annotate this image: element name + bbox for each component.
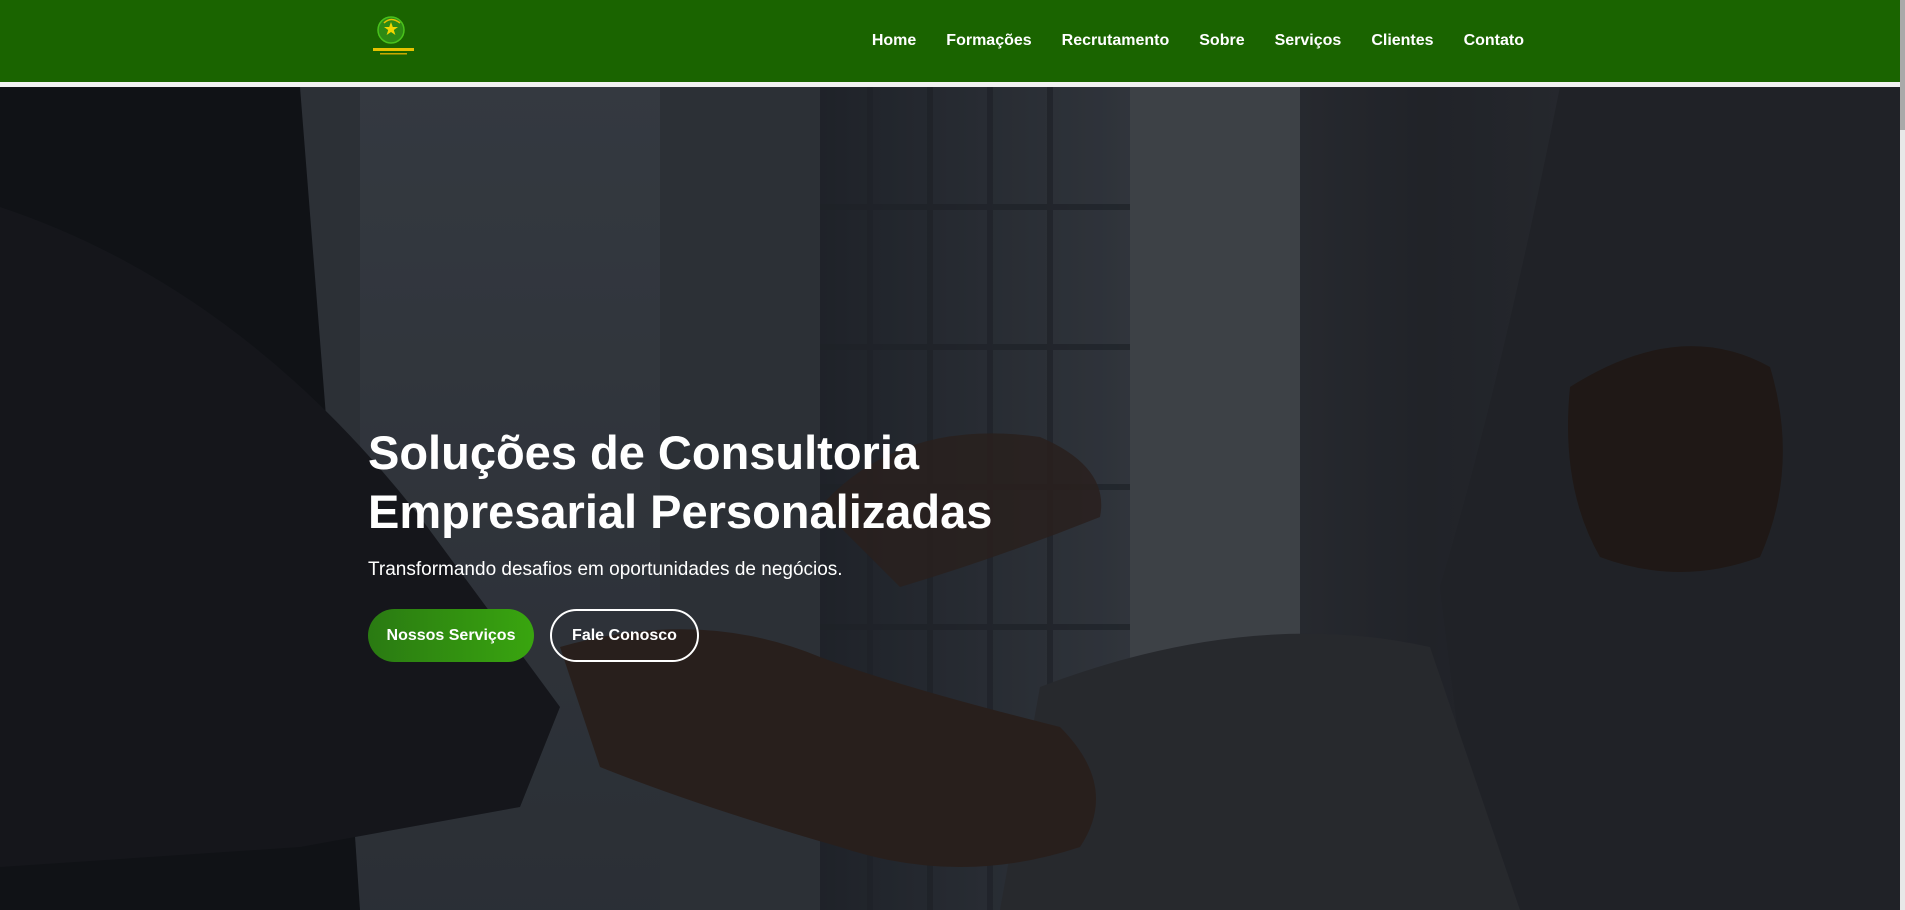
page-scrollbar[interactable] (1900, 0, 1905, 910)
nav-clientes[interactable]: Clientes (1371, 32, 1433, 50)
main-nav: Home Formações Recrutamento Sobre Serviç… (872, 0, 1524, 82)
scrollbar-thumb[interactable] (1900, 0, 1905, 130)
company-logo-icon[interactable] (371, 14, 417, 58)
contact-us-button[interactable]: Fale Conosco (550, 609, 699, 662)
nav-home[interactable]: Home (872, 32, 916, 50)
nav-recrutamento[interactable]: Recrutamento (1062, 32, 1170, 50)
hero-subtitle: Transformando desafios em oportunidades … (368, 559, 843, 580)
hero-title: Soluções de Consultoria Empresarial Pers… (368, 426, 993, 538)
page: Home Formações Recrutamento Sobre Serviç… (0, 0, 1905, 910)
hero-buttons: Nossos Serviços Fale Conosco (368, 609, 1128, 662)
nav-contato[interactable]: Contato (1464, 32, 1524, 50)
nav-sobre[interactable]: Sobre (1199, 32, 1244, 50)
site-header: Home Formações Recrutamento Sobre Serviç… (0, 0, 1900, 82)
nav-formacoes[interactable]: Formações (946, 32, 1031, 50)
hero-section: Soluções de Consultoria Empresarial Pers… (0, 87, 1900, 910)
hero-content: Soluções de Consultoria Empresarial Pers… (368, 423, 1128, 662)
nav-servicos[interactable]: Serviços (1275, 32, 1342, 50)
our-services-button[interactable]: Nossos Serviços (368, 609, 534, 662)
